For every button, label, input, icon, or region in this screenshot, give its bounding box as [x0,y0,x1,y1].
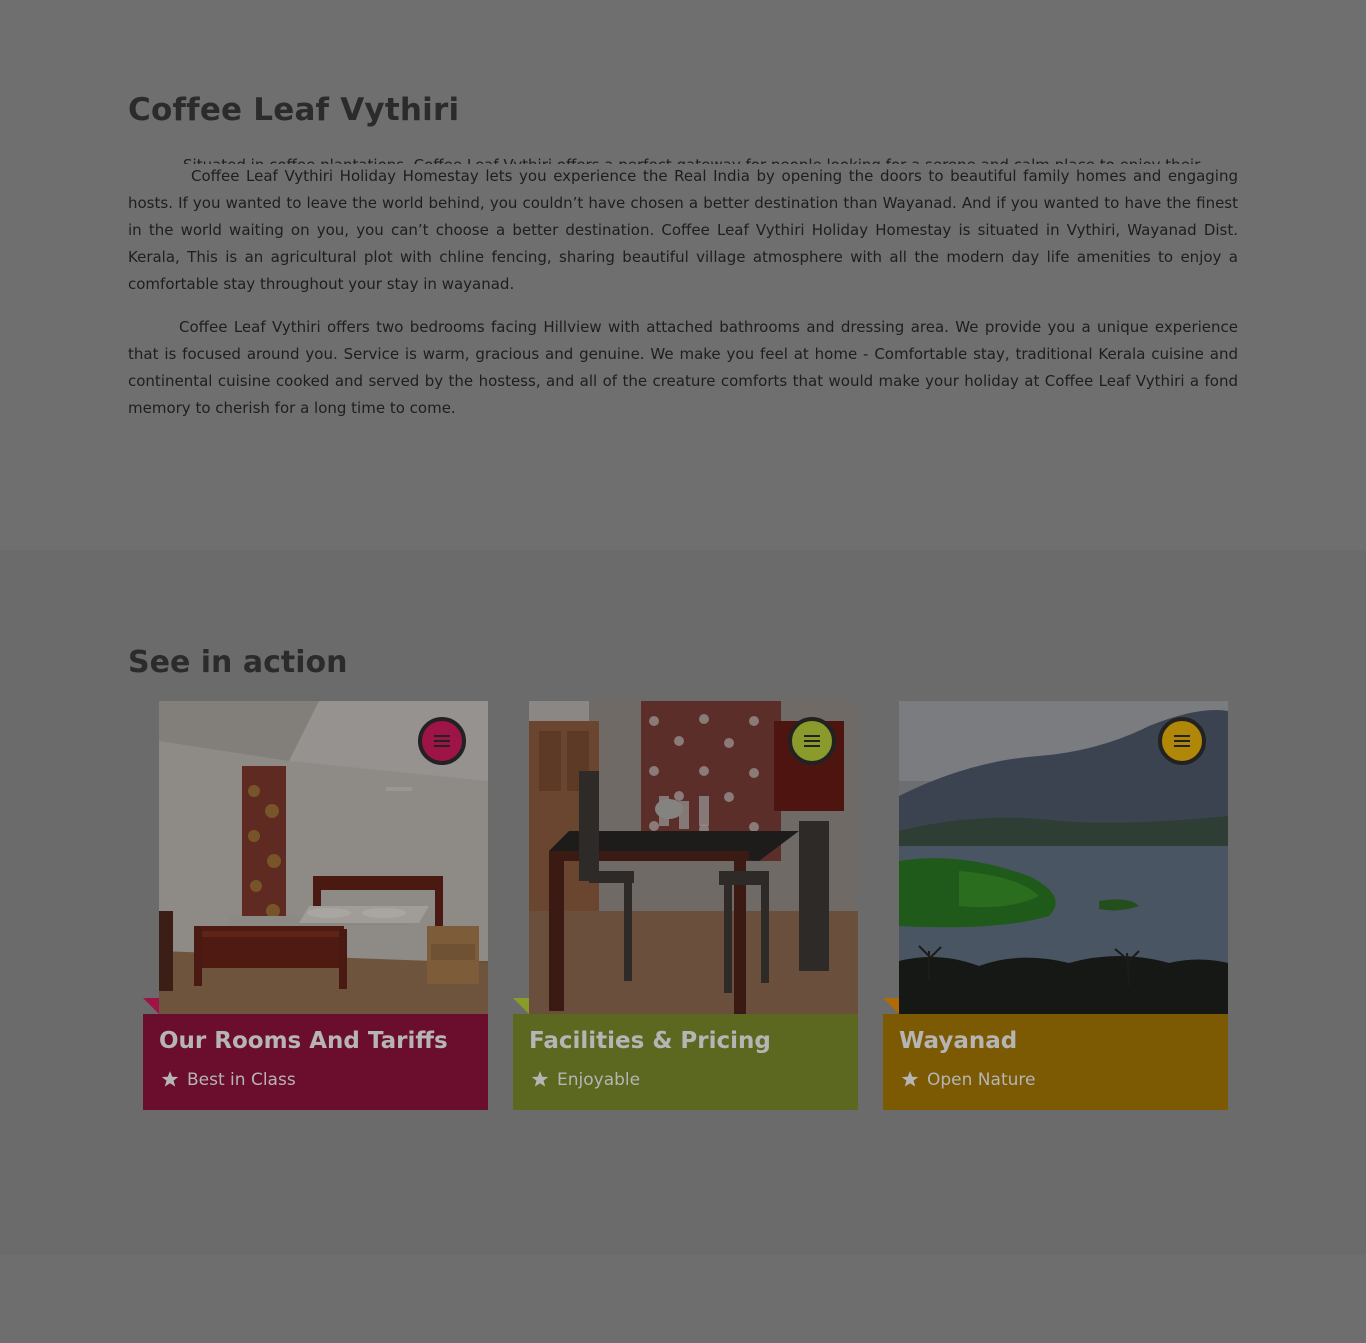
intro-paragraph-1: Coffee Leaf Vythiri Holiday Homestay let… [128,167,1238,293]
card-info[interactable]: Wayanad Open Nature [883,1014,1228,1110]
card-info[interactable]: Our Rooms And Tariffs Best in Class [143,1014,488,1110]
intro-section: Coffee Leaf Vythiri Situated in coffee p… [0,0,1366,550]
card-title[interactable]: Our Rooms And Tariffs [159,1028,448,1054]
card-title[interactable]: Facilities & Pricing [529,1028,771,1054]
card-info[interactable]: Facilities & Pricing Enjoyable [513,1014,858,1110]
card-subtitle-label: Best in Class [187,1070,296,1090]
see-in-action-section: See in action Our Rooms And Tariffs Best… [0,550,1366,1255]
card-subtitle-label: Open Nature [927,1070,1036,1090]
card-subtitle: Enjoyable [531,1070,640,1093]
card-rooms[interactable]: Our Rooms And Tariffs Best in Class [143,701,488,1110]
card-subtitle-label: Enjoyable [557,1070,641,1090]
menu-icon[interactable] [418,717,466,765]
menu-icon[interactable] [1158,717,1206,765]
card-wayanad[interactable]: Wayanad Open Nature [883,701,1228,1110]
card-facilities[interactable]: Facilities & Pricing Enjoyable [513,701,858,1110]
card-subtitle: Open Nature [901,1070,1035,1093]
star-icon [161,1070,179,1093]
card-title[interactable]: Wayanad [899,1028,1017,1054]
star-icon [901,1070,919,1093]
menu-icon[interactable] [788,717,836,765]
intro-paragraph-2: Coffee Leaf Vythiri offers two bedrooms … [128,318,1238,417]
section-title: See in action [128,645,348,680]
card-corner-accent [513,998,529,1014]
card-corner-accent [883,998,899,1014]
star-icon [531,1070,549,1093]
card-corner-accent [143,998,159,1014]
page-title: Coffee Leaf Vythiri [128,92,460,128]
card-subtitle: Best in Class [161,1070,296,1093]
